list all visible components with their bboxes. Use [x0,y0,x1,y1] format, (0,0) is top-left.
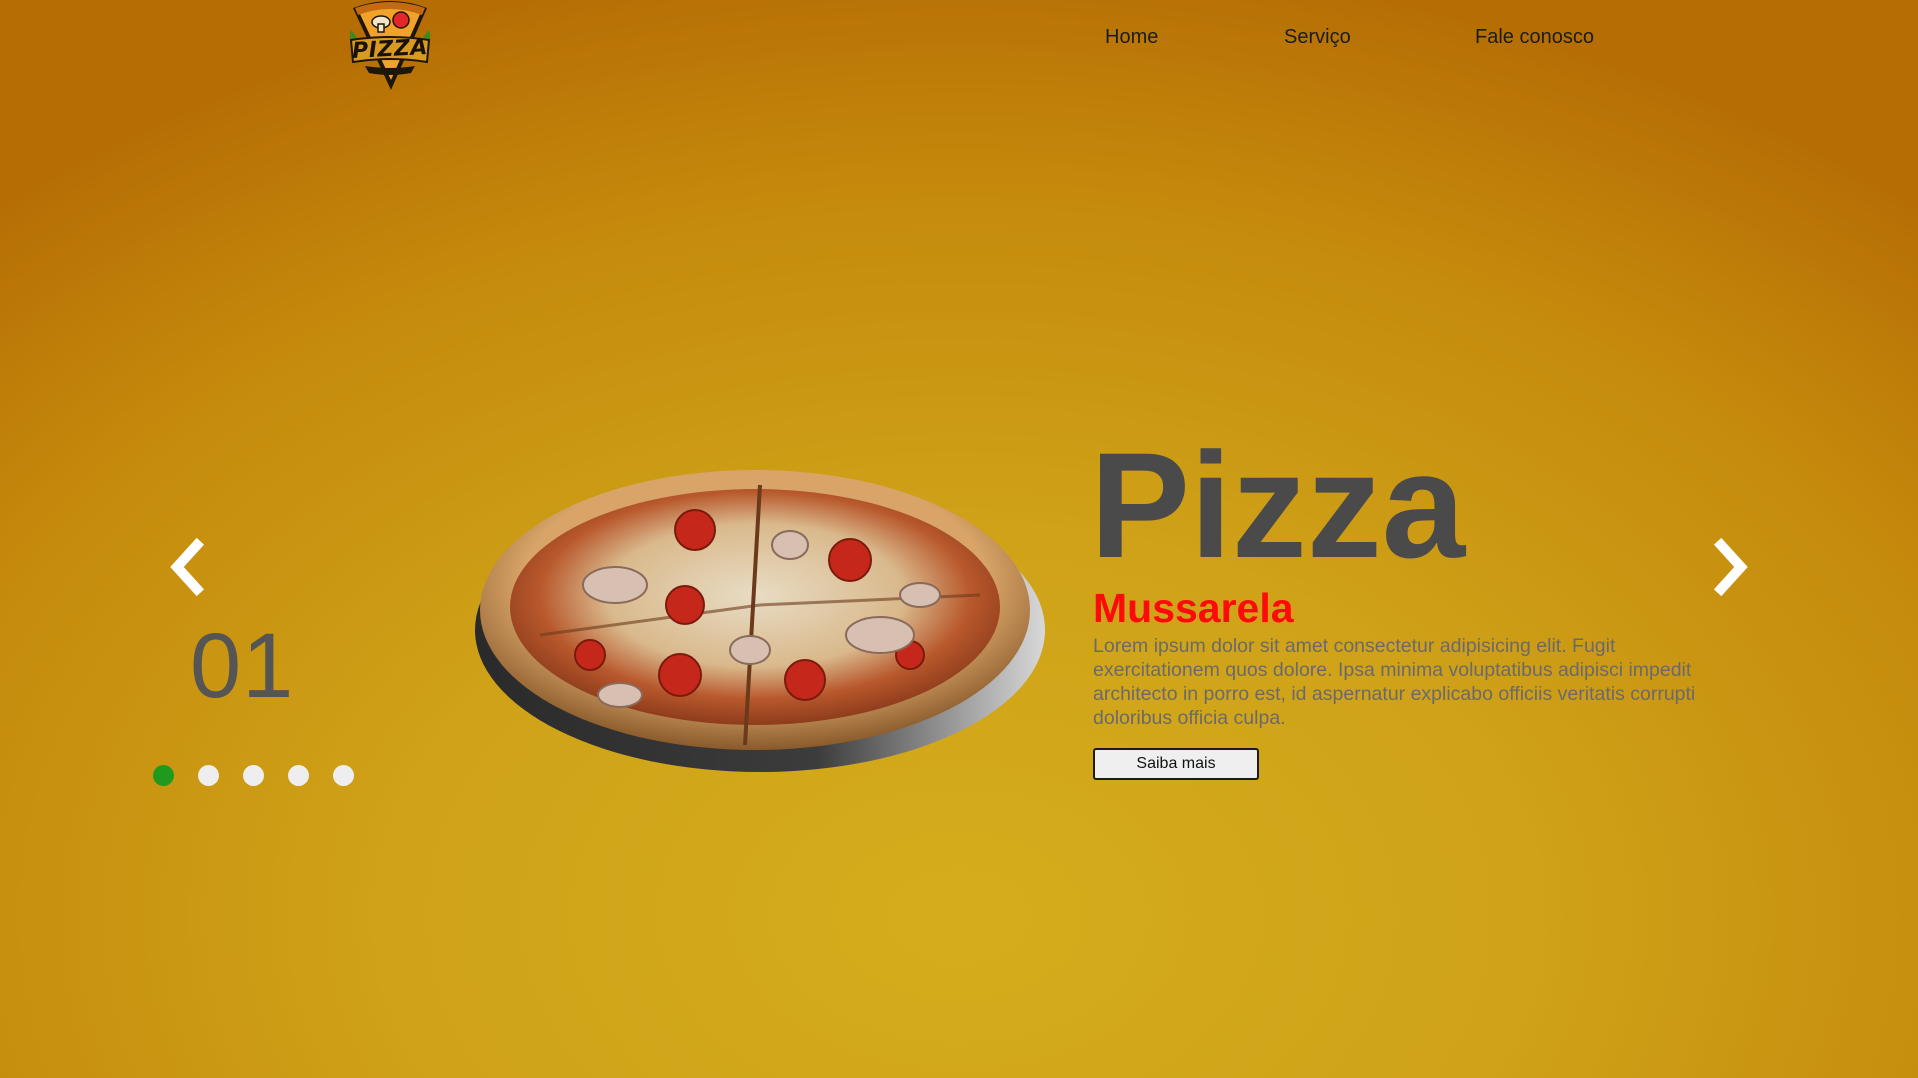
nav-fale-conosco-link[interactable]: Fale conosco [1475,26,1594,49]
pagination-dot-5[interactable] [333,765,354,786]
slider-pagination [153,765,373,787]
saiba-mais-button[interactable]: Saiba mais [1093,748,1259,780]
chevron-right-icon [1713,537,1748,597]
chevron-left-icon [170,537,205,597]
main-nav: Home Serviço Fale conosco [0,26,1918,56]
nav-servico-link[interactable]: Serviço [1284,26,1351,49]
pizza-image [470,455,1045,775]
pagination-dot-2[interactable] [198,765,219,786]
nav-home-link[interactable]: Home [1105,26,1158,49]
pagination-dot-1[interactable] [153,765,174,786]
slide-number: 01 [190,615,295,717]
prev-slide-button[interactable] [165,537,215,597]
hero-description: Lorem ipsum dolor sit amet consectetur a… [1093,635,1696,729]
hero-title: Pizza [1090,421,1466,589]
next-slide-button[interactable] [1703,537,1753,597]
hero-subtitle: Mussarela [1093,585,1294,631]
pagination-dot-4[interactable] [288,765,309,786]
pagination-dot-3[interactable] [243,765,264,786]
